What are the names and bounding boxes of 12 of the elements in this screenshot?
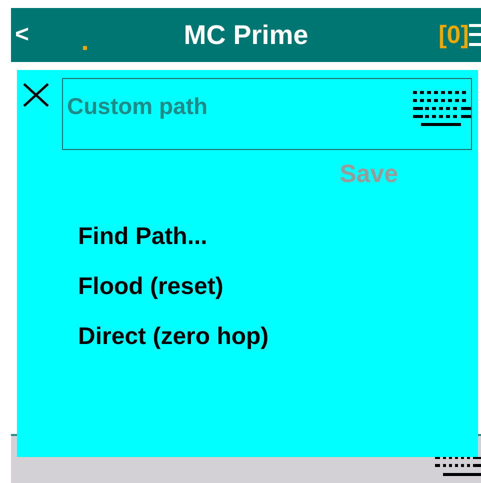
keyboard-icon[interactable] <box>413 89 471 127</box>
keyboard-icon[interactable] <box>435 457 481 479</box>
menu-item[interactable]: Find Path... <box>74 221 212 253</box>
close-icon[interactable] <box>22 82 50 108</box>
menu-item[interactable]: Flood (reset) <box>74 271 228 303</box>
menu-icon[interactable] <box>469 22 481 48</box>
path-input-field[interactable]: Custom path <box>62 78 472 150</box>
path-input-field[interactable]: Custom path <box>67 87 413 126</box>
app-title: MC Prime <box>184 20 308 50</box>
menu-item[interactable]: Direct (zero hop) <box>74 321 273 353</box>
back-button[interactable]: < <box>11 21 51 49</box>
unread-count: [0] <box>438 20 469 50</box>
